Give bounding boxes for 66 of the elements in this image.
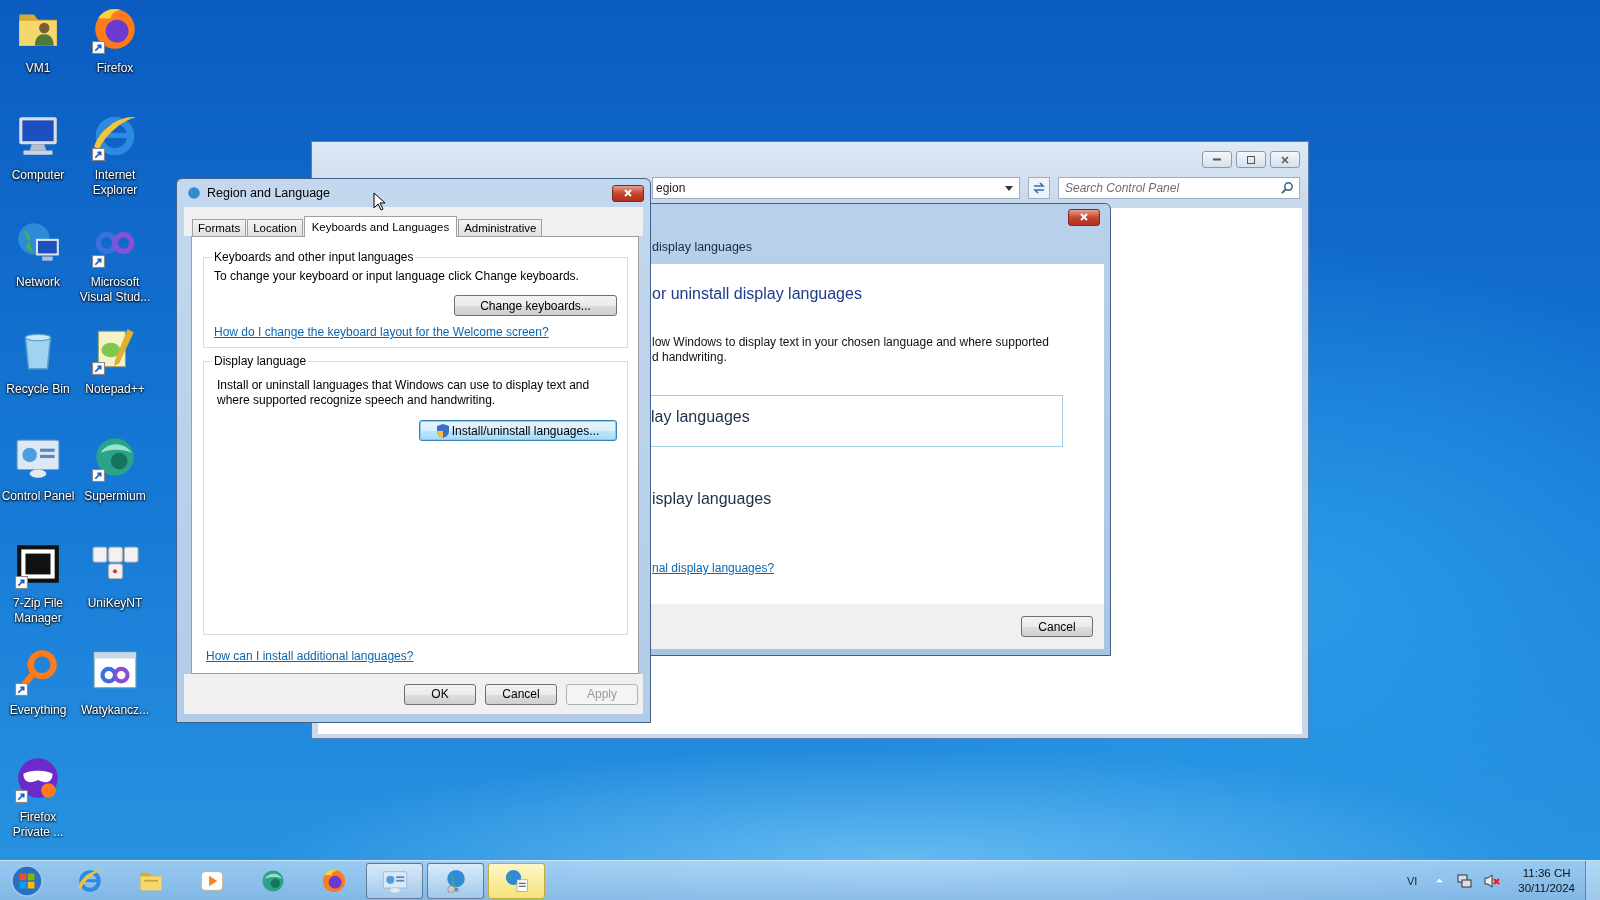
mouse-cursor-icon: [373, 192, 385, 211]
description-line: low Windows to display text in your chosen language and where supported: [652, 335, 1049, 350]
close-button[interactable]: [612, 184, 644, 202]
show-desktop-button[interactable]: [1585, 860, 1600, 900]
close-button[interactable]: [1068, 208, 1100, 226]
option-link[interactable]: isplay languages: [651, 477, 1063, 521]
window-title: Region and Language: [207, 186, 332, 200]
dialog-header: display languages: [652, 240, 753, 254]
desktop-icon-label[interactable]: Computer: [0, 168, 76, 183]
install-languages-button[interactable]: Install/uninstall languages...: [419, 420, 617, 441]
desktop-icon-label[interactable]: Microsoft Visual Stud...: [77, 275, 153, 305]
group-text: Install or uninstall languages that Windows can use to display text and where supported recognize speech and handwriting.: [217, 378, 591, 408]
option-link[interactable]: lay languages: [651, 395, 1063, 447]
address-bar[interactable]: egion: [652, 177, 1020, 199]
close-icon: [623, 188, 633, 198]
taskbar-button[interactable]: [366, 862, 423, 899]
refresh-icon: [1032, 181, 1046, 195]
tab[interactable]: Keyboards and Languages: [303, 216, 458, 237]
network-icon[interactable]: [1456, 872, 1473, 889]
search-icon[interactable]: [1281, 181, 1294, 194]
cancel-button[interactable]: Cancel: [1021, 616, 1093, 637]
close-button[interactable]: [1270, 151, 1300, 168]
shield-icon: [436, 423, 449, 438]
taskbar-button[interactable]: [488, 862, 545, 899]
clock-time[interactable]: 11:36 CH: [1522, 865, 1571, 881]
desktop-icon-label[interactable]: Notepad++: [77, 382, 153, 397]
desktop-icon-label[interactable]: Supermium: [77, 489, 153, 504]
dropdown-arrow-icon[interactable]: [1005, 185, 1013, 191]
volume-muted-icon[interactable]: [1484, 872, 1501, 889]
desktop-icon-label[interactable]: Network: [0, 275, 76, 290]
taskbar-button[interactable]: [427, 862, 484, 899]
close-icon: [1280, 154, 1290, 165]
maximize-icon: [1246, 154, 1256, 165]
group-title: Keyboards and other input languages: [213, 250, 415, 264]
desktop-icon-label[interactable]: Control Panel: [0, 489, 76, 504]
close-icon: [1079, 212, 1089, 222]
help-link[interactable]: How can I install additional languages?: [206, 649, 414, 663]
change-keyboards-button[interactable]: Change keyboards...: [454, 295, 617, 316]
desktop-icon-label[interactable]: VM1: [0, 61, 76, 76]
dialog-heading: or uninstall display languages: [652, 285, 862, 303]
help-link[interactable]: How do I change the keyboard layout for the Welcome screen?: [214, 325, 619, 339]
desktop-icon-label[interactable]: Watykancz...: [77, 703, 153, 718]
language-indicator[interactable]: VI: [1406, 874, 1418, 887]
minimize-icon: [1213, 158, 1221, 161]
tab[interactable]: Formats: [192, 219, 247, 236]
globe-icon: [187, 186, 201, 200]
desktop-icon-label[interactable]: UniKeyNT: [77, 596, 153, 611]
help-link[interactable]: nal display languages?: [652, 561, 775, 575]
desktop-icon-label[interactable]: Firefox Private ...: [0, 810, 76, 840]
desktop-icon-label[interactable]: Recycle Bin: [0, 382, 76, 397]
dialog-button[interactable]: OK: [404, 683, 476, 705]
maximize-button[interactable]: [1236, 151, 1266, 168]
tab[interactable]: Location: [247, 219, 303, 236]
tab[interactable]: Administrative: [458, 219, 543, 236]
refresh-button[interactable]: [1028, 177, 1050, 199]
desktop-icon-label[interactable]: Everything: [0, 703, 76, 718]
clock-date[interactable]: 30/11/2024: [1518, 880, 1575, 896]
search-field[interactable]: Search Control Panel: [1058, 177, 1300, 199]
start-button[interactable]: [9, 862, 45, 899]
description-line: d handwriting.: [652, 350, 728, 365]
group-text: To change your keyboard or input language click Change keyboards.: [214, 269, 580, 283]
group-title: Display language: [213, 354, 308, 368]
desktop-icon-label[interactable]: Internet Explorer: [77, 168, 153, 198]
dialog-button[interactable]: Cancel: [485, 683, 557, 705]
desktop-icon-label[interactable]: Firefox: [77, 61, 153, 76]
desktop-icon-label[interactable]: 7-Zip File Manager: [0, 596, 76, 626]
